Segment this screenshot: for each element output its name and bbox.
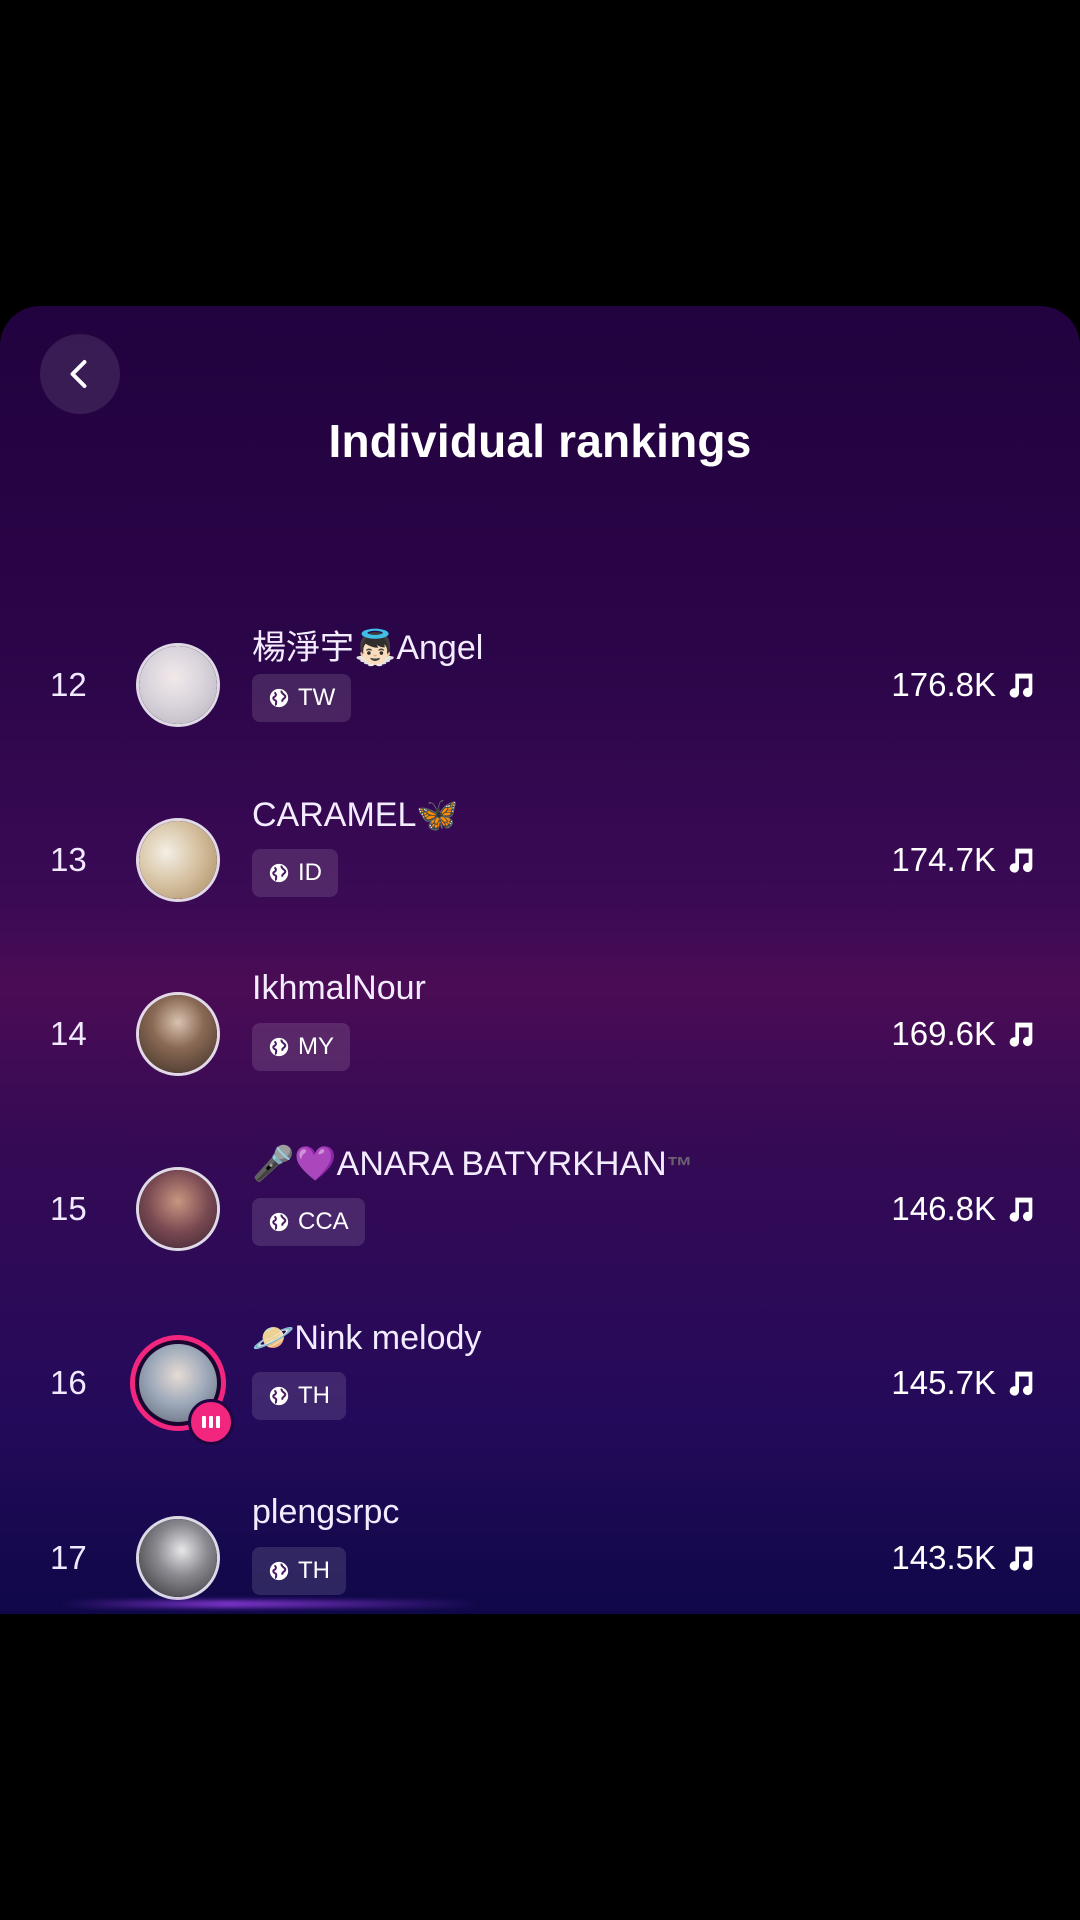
music-note-icon <box>1009 673 1033 698</box>
score-value: 145.7K <box>891 1364 996 1402</box>
avatar-image <box>139 1169 217 1248</box>
region-badge: CCA <box>252 1197 365 1246</box>
region-badge: ID <box>252 848 338 897</box>
globe-icon <box>269 1037 289 1057</box>
avatar-image <box>139 820 217 899</box>
score: 143.5K <box>891 1471 1038 1615</box>
chevron-left-icon <box>70 360 87 388</box>
page-title: Individual rankings <box>328 415 752 467</box>
globe-icon <box>269 1212 289 1231</box>
username: 🪐Nink melody <box>252 1319 482 1357</box>
region-label: CCA <box>298 1207 349 1235</box>
avatar-image <box>139 995 217 1074</box>
username: CARAMEL🦋 <box>252 795 459 834</box>
region-label: MY <box>298 1033 334 1060</box>
ranking-row[interactable]: 16 🪐Nink melody TH 145.7K <box>0 1296 1080 1471</box>
live-bars-icon <box>209 1416 213 1429</box>
username: 🎤💜ANARA BATYRKHAN™ <box>252 1144 693 1184</box>
music-note-icon <box>1009 1546 1033 1571</box>
region-label: TW <box>298 684 336 711</box>
region-badge: TH <box>252 1546 346 1595</box>
music-note-icon <box>1009 848 1033 873</box>
region-badge: MY <box>252 1023 350 1071</box>
rank-number: 17 <box>50 1538 87 1576</box>
score-value: 143.5K <box>891 1538 996 1576</box>
live-bars-icon <box>216 1416 220 1429</box>
username: 楊淨宇👼🏻Angel <box>252 629 484 667</box>
username: plengsrpc <box>252 1492 400 1531</box>
music-note-icon <box>1009 1371 1033 1396</box>
ranking-row[interactable]: 14 IkhmalNour MY 169.6K <box>0 947 1080 1122</box>
avatar[interactable] <box>136 1515 220 1600</box>
music-note-icon <box>1009 1197 1033 1222</box>
globe-icon <box>269 863 289 882</box>
score-value: 146.8K <box>891 1189 996 1227</box>
score: 174.7K <box>891 773 1038 948</box>
screen: Individual rankings 12 楊淨宇👼🏻Angel TW 176… <box>0 0 1080 1920</box>
music-note-icon <box>1009 1022 1033 1047</box>
rank-number: 15 <box>50 1189 87 1227</box>
ranking-row[interactable]: 17 plengsrpc TH 143.5K <box>0 1471 1080 1615</box>
score: 169.6K <box>891 947 1038 1122</box>
live-bars-icon <box>202 1416 206 1429</box>
avatar[interactable] <box>136 992 220 1077</box>
ranking-row[interactable]: 12 楊淨宇👼🏻Angel TW 176.8K <box>0 598 1080 773</box>
globe-icon <box>269 1561 289 1580</box>
username-text: 🎤💜ANARA BATYRKHAN <box>252 1144 667 1183</box>
score: 145.7K <box>891 1296 1038 1471</box>
region-badge: TH <box>252 1372 346 1420</box>
score-value: 169.6K <box>891 1015 996 1053</box>
globe-icon <box>269 1386 289 1406</box>
avatar-image <box>139 646 217 725</box>
ranking-row[interactable]: 15 🎤💜ANARA BATYRKHAN™ CCA 146.8K <box>0 1122 1080 1297</box>
score: 146.8K <box>891 1122 1038 1297</box>
avatar[interactable] <box>136 643 220 728</box>
region-badge: TW <box>252 674 352 722</box>
rank-number: 16 <box>50 1364 87 1402</box>
rank-number: 13 <box>50 840 87 878</box>
score: 176.8K <box>891 598 1038 773</box>
rank-number: 12 <box>50 666 87 704</box>
avatar[interactable] <box>136 817 220 902</box>
avatar[interactable] <box>136 1166 220 1251</box>
avatar-image <box>139 1518 217 1597</box>
globe-icon <box>269 688 289 708</box>
rank-number: 14 <box>50 1015 87 1053</box>
back-button[interactable] <box>40 334 120 414</box>
username: IkhmalNour <box>252 969 426 1007</box>
rankings-panel: Individual rankings 12 楊淨宇👼🏻Angel TW 176… <box>0 306 1080 1614</box>
score-value: 176.8K <box>891 666 996 704</box>
ranking-list: 12 楊淨宇👼🏻Angel TW 176.8K 13 CARAMEL🦋 ID 1… <box>0 598 1080 1614</box>
ranking-row[interactable]: 13 CARAMEL🦋 ID 174.7K <box>0 773 1080 948</box>
live-badge[interactable] <box>188 1399 234 1446</box>
trademark-mark: ™ <box>666 1150 693 1181</box>
score-value: 174.7K <box>891 840 996 878</box>
region-label: ID <box>298 858 322 886</box>
region-label: TH <box>298 1556 330 1584</box>
region-label: TH <box>298 1382 330 1409</box>
